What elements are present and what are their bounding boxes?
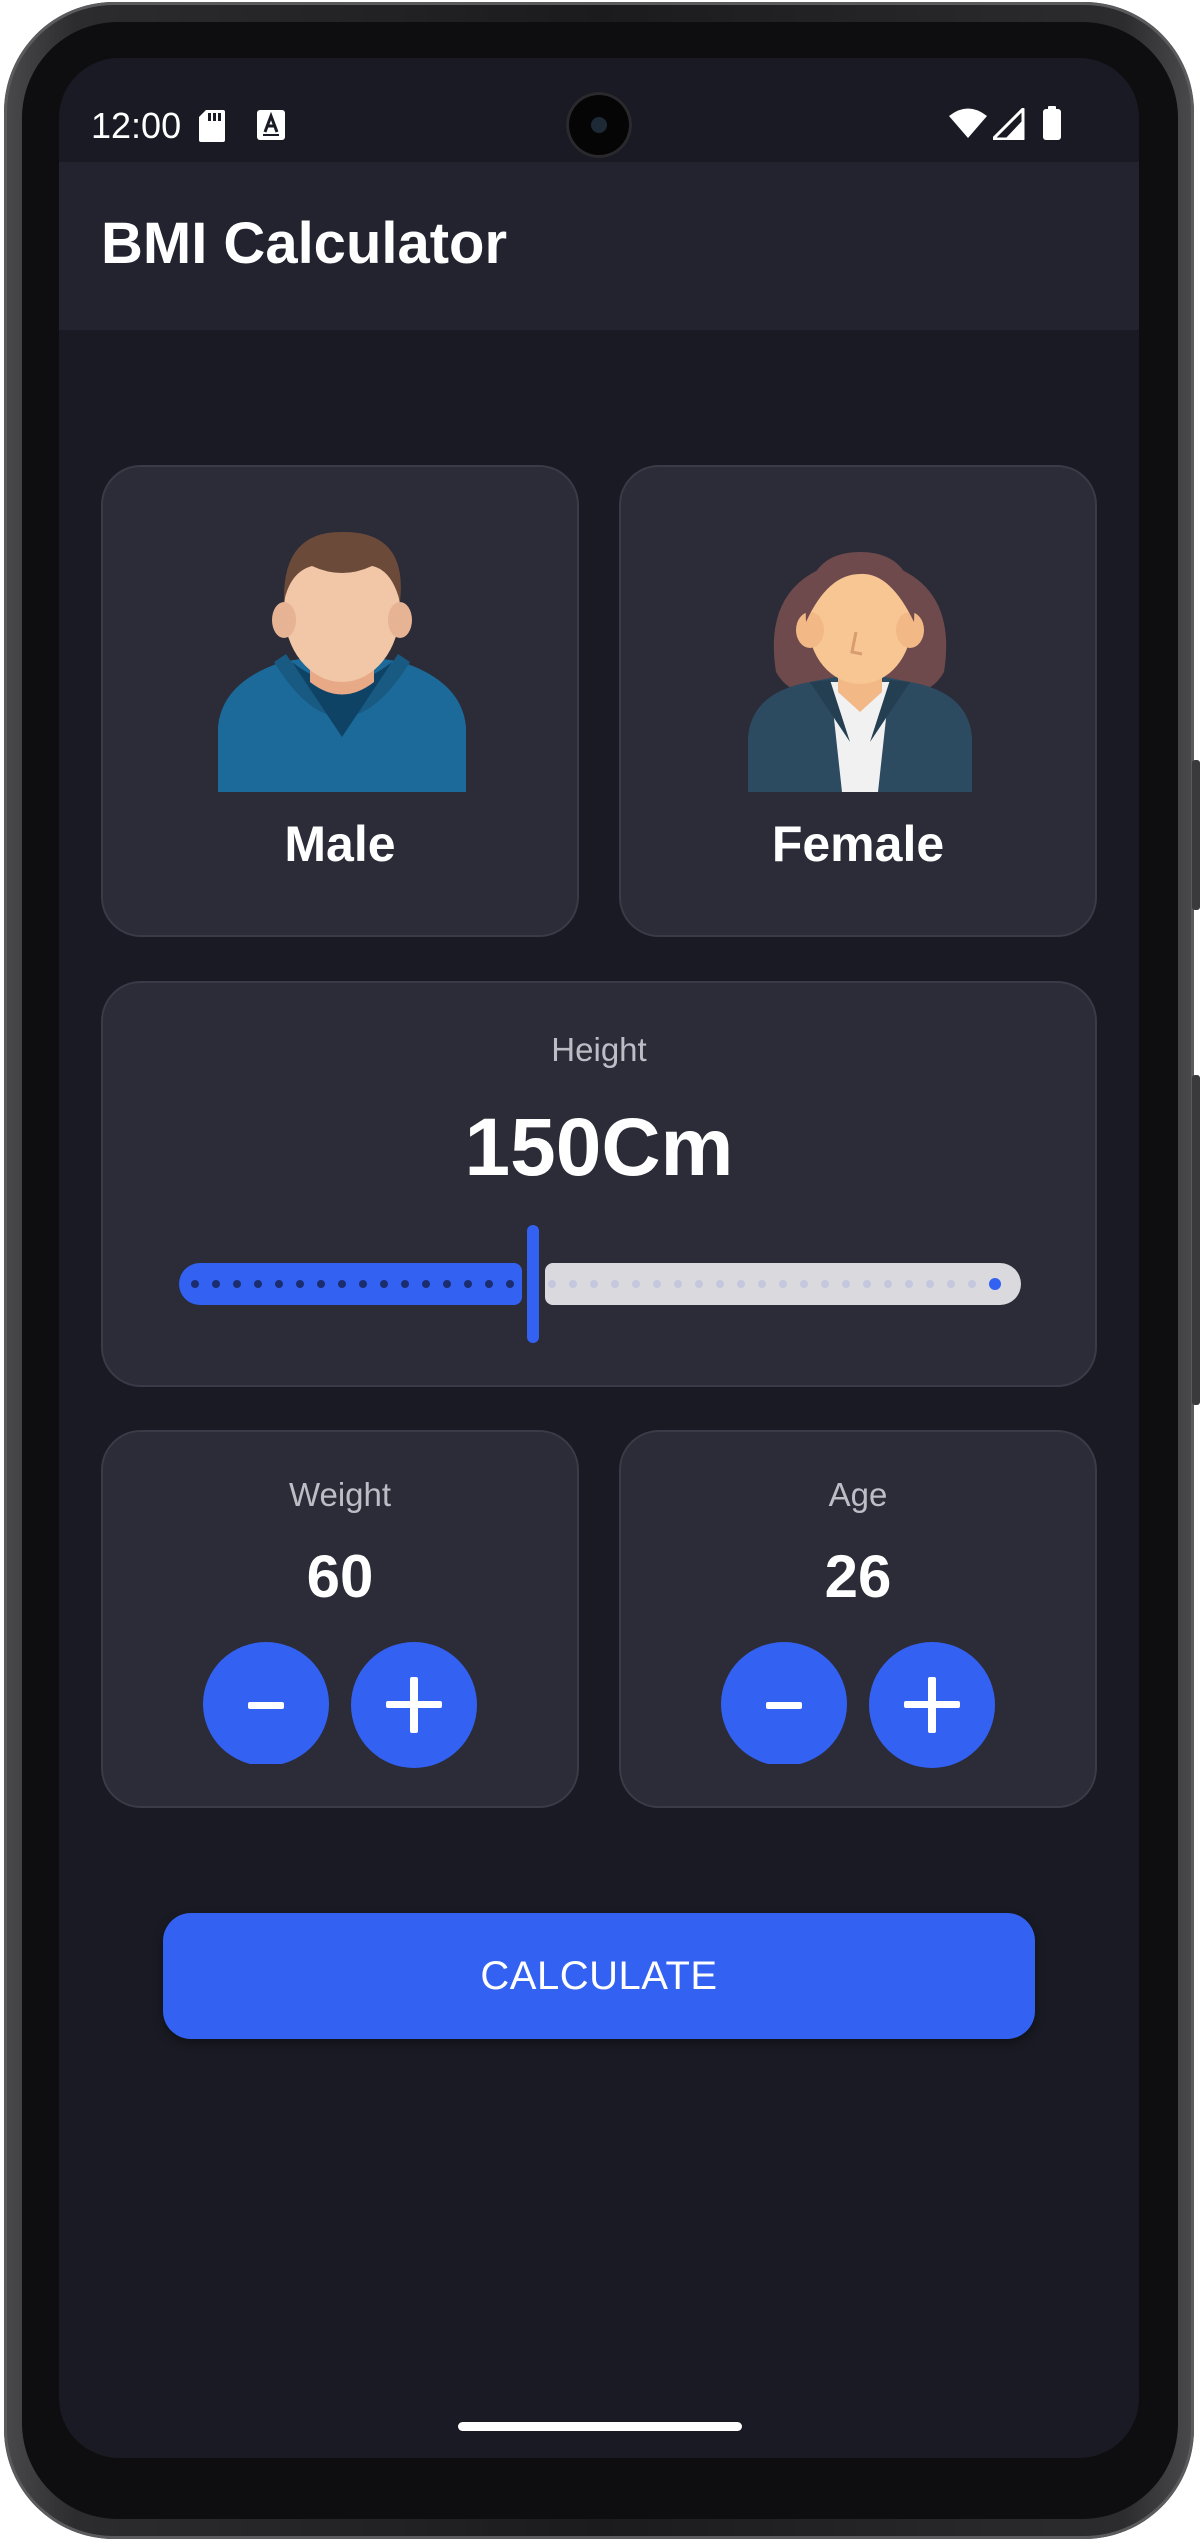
phone-frame: 12:00 BMI Calculator Male Female Height … (0, 0, 1200, 2541)
age-value: 26 (824, 1543, 892, 1610)
slider-tick (464, 1280, 472, 1288)
slider-tick (758, 1280, 766, 1288)
age-card: Age 26 (619, 1430, 1097, 1808)
slider-tick (842, 1280, 850, 1288)
slider-end-marker (989, 1278, 1001, 1290)
battery-icon (1043, 106, 1061, 145)
age-increment-button[interactable] (869, 1642, 995, 1768)
female-card[interactable]: Female (619, 465, 1097, 937)
slider-tick (737, 1280, 745, 1288)
slider-tick (653, 1280, 661, 1288)
calculate-button[interactable]: CALCULATE (163, 1913, 1035, 2039)
slider-tick (821, 1280, 829, 1288)
slider-tick (506, 1280, 514, 1288)
height-caption: Height (551, 1031, 647, 1068)
slider-tick (401, 1280, 409, 1288)
slider-tick (611, 1280, 619, 1288)
weight-increment-button[interactable] (351, 1642, 477, 1768)
sd-card-icon (199, 110, 225, 147)
slider-tick (254, 1280, 262, 1288)
slider-tick (695, 1280, 703, 1288)
slider-tick (632, 1280, 640, 1288)
slider-tick (338, 1280, 346, 1288)
cellular-signal-icon (991, 107, 1025, 145)
slider-tick (359, 1280, 367, 1288)
age-caption: Age (828, 1476, 888, 1513)
slider-tick (548, 1280, 556, 1288)
slider-tick (485, 1280, 493, 1288)
weight-decrement-button[interactable] (203, 1642, 329, 1764)
height-value: 150Cm (464, 1102, 734, 1193)
height-slider[interactable] (179, 1225, 1021, 1343)
home-indicator[interactable] (458, 2422, 742, 2431)
volume-button (1192, 1075, 1200, 1405)
slider-tick (947, 1280, 955, 1288)
slider-tick (443, 1280, 451, 1288)
weight-value: 60 (306, 1543, 374, 1610)
male-avatar-icon (218, 531, 466, 792)
slider-tick (317, 1280, 325, 1288)
slider-tick (233, 1280, 241, 1288)
slider-tick (716, 1280, 724, 1288)
male-label: Male (284, 816, 396, 872)
minus-icon (766, 1702, 802, 1709)
app-title: BMI Calculator (101, 211, 508, 276)
plus-icon-vertical (928, 1677, 936, 1733)
slider-tick (380, 1280, 388, 1288)
slider-tick (569, 1280, 577, 1288)
slider-tick (590, 1280, 598, 1288)
female-label: Female (771, 816, 945, 872)
slider-tick (422, 1280, 430, 1288)
weight-caption: Weight (288, 1476, 392, 1513)
slider-tick (926, 1280, 934, 1288)
slider-tick (275, 1280, 283, 1288)
status-time: 12:00 (91, 105, 182, 146)
front-camera (566, 92, 632, 158)
status-bar: 12:00 (59, 58, 1139, 162)
slider-tick (674, 1280, 682, 1288)
male-card[interactable]: Male (101, 465, 579, 937)
wifi-icon (949, 108, 987, 143)
app-screen: 12:00 BMI Calculator Male Female Height … (59, 58, 1139, 2458)
female-avatar-icon (748, 552, 972, 792)
app-bar: BMI Calculator (59, 162, 1139, 330)
slider-tick (779, 1280, 787, 1288)
age-decrement-button[interactable] (721, 1642, 847, 1764)
slider-tick (905, 1280, 913, 1288)
slider-tick (863, 1280, 871, 1288)
keyboard-a-icon (257, 110, 285, 145)
slider-thumb[interactable] (527, 1225, 539, 1343)
slider-tick (884, 1280, 892, 1288)
slider-tick (296, 1280, 304, 1288)
slider-tick (191, 1280, 199, 1288)
slider-tick (800, 1280, 808, 1288)
slider-tick (968, 1280, 976, 1288)
height-card: Height 150Cm (101, 981, 1097, 1387)
weight-card: Weight 60 (101, 1430, 579, 1808)
plus-icon-vertical (410, 1677, 418, 1733)
minus-icon (248, 1702, 284, 1709)
power-button (1192, 760, 1200, 910)
slider-tick (212, 1280, 220, 1288)
